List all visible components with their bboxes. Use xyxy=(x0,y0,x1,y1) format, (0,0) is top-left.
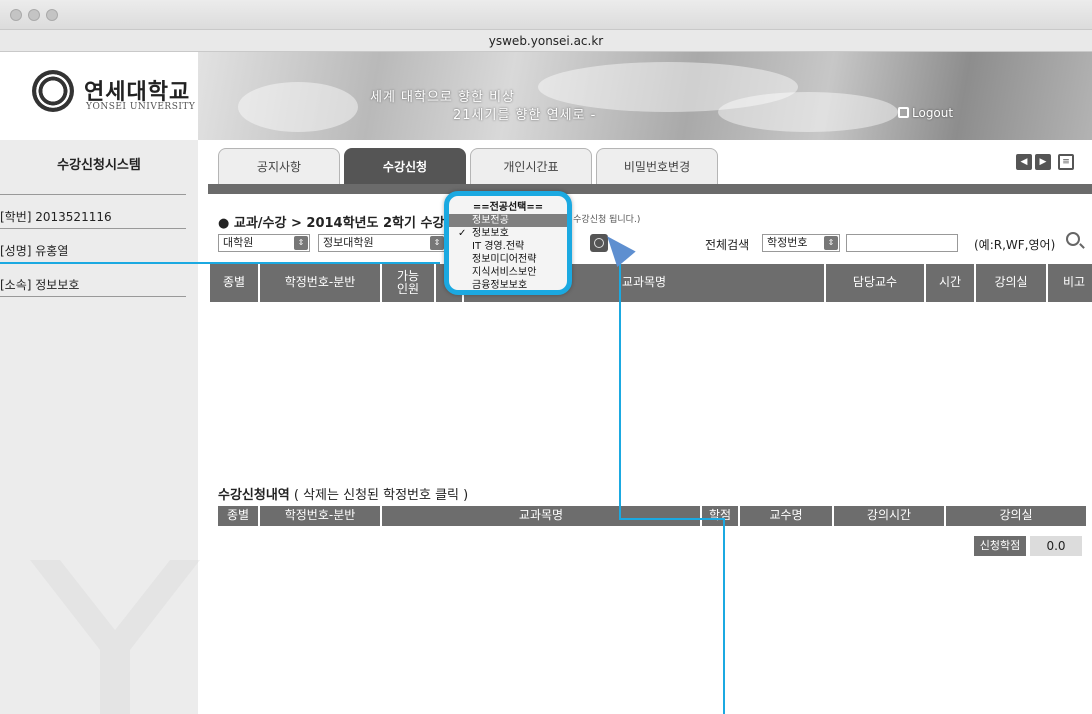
checkmark-icon: ✓ xyxy=(458,228,467,239)
sidebar: 수강신청시스템 [학번] 2013521116 [성명] 유홍열 [소속] 정보… xyxy=(0,140,200,714)
major-option[interactable]: 정보전공 xyxy=(449,214,567,227)
col-type: 종별 xyxy=(218,506,258,526)
logout-label: Logout xyxy=(912,106,954,120)
watermark-logo-icon xyxy=(30,560,200,714)
prev-arrow-icon[interactable]: ◀ xyxy=(1016,154,1032,170)
school-select[interactable]: 정보대학원 ⇕ xyxy=(318,234,446,252)
registered-subtitle: ( 삭제는 신청된 학정번호 클릭 ) xyxy=(289,488,469,503)
divider xyxy=(0,194,186,195)
col-room: 강의실 xyxy=(946,506,1086,526)
tab-change-password[interactable]: 비밀번호변경 xyxy=(596,148,718,184)
col-room: 강의실 xyxy=(976,264,1046,302)
site-header: 연세대학교 YONSEI UNIVERSITY 세계 대학으로 향한 비상 21… xyxy=(0,52,1092,140)
logout-link[interactable]: Logout xyxy=(898,106,953,120)
tab-registration[interactable]: 수강신청 xyxy=(344,148,466,184)
col-course-number: 학정번호-분반 xyxy=(260,264,380,302)
search-icon[interactable] xyxy=(1066,232,1080,246)
window-titlebar xyxy=(0,0,1092,30)
registered-title-text: 수강신청내역 xyxy=(218,488,290,503)
divider xyxy=(0,228,186,229)
col-course-number: 학정번호-분반 xyxy=(260,506,380,526)
header-banner: 세계 대학으로 향한 비상 21세기를 향한 연세로 - Logout xyxy=(198,52,1092,140)
zoom-window-button[interactable] xyxy=(46,9,58,21)
level-select[interactable]: 대학원 ⇕ xyxy=(218,234,310,252)
callout-line xyxy=(0,262,440,264)
registered-table-header: 종별 학정번호-분반 교과목명 학점 교수명 강의시간 강의실 xyxy=(218,506,1086,526)
col-time: 시간 xyxy=(926,264,974,302)
search-type-value: 학정번호 xyxy=(767,236,808,249)
school-value: 정보대학원 xyxy=(323,236,374,249)
col-capacity: 가능 인원 xyxy=(382,264,434,302)
student-id: [학번] 2013521116 xyxy=(0,210,112,224)
registered-title: 수강신청내역 ( 삭제는 신청된 학정번호 클릭 ) xyxy=(218,484,468,503)
col-credit: 학점 xyxy=(702,506,738,526)
tab-notice[interactable]: 공지사항 xyxy=(218,148,340,184)
search-type-select[interactable]: 학정번호 ⇕ xyxy=(762,234,840,252)
search-label: 전체검색 xyxy=(705,238,750,252)
logo-english: YONSEI UNIVERSITY xyxy=(86,102,196,112)
slogan-line-2: 21세기를 향한 연세로 - xyxy=(453,108,597,123)
major-option-checked[interactable]: ✓ 정보보호 xyxy=(449,227,567,240)
select-arrow-icon: ⇕ xyxy=(824,236,838,250)
level-value: 대학원 xyxy=(223,236,254,249)
callout-line xyxy=(619,518,725,520)
close-window-button[interactable] xyxy=(10,9,22,21)
callout-line xyxy=(723,518,725,714)
credit-label: 신청학점 xyxy=(974,536,1026,556)
col-lecture-time: 강의시간 xyxy=(834,506,944,526)
tab-bar-underline xyxy=(208,184,1092,194)
tab-timetable[interactable]: 개인시간표 xyxy=(470,148,592,184)
student-name: [성명] 유홍열 xyxy=(0,244,69,258)
col-type: 종별 xyxy=(210,264,258,302)
university-logo[interactable]: 연세대학교 YONSEI UNIVERSITY xyxy=(0,52,198,140)
document-icon[interactable]: ≡ xyxy=(1058,154,1074,170)
breadcrumb: ● 교과/수강 > 2014학년도 2학기 수강 xyxy=(218,216,445,231)
minimize-window-button[interactable] xyxy=(28,9,40,21)
breadcrumb-note: 면 수강신청 됩니다.) xyxy=(562,215,641,225)
next-arrow-icon[interactable]: ▶ xyxy=(1035,154,1051,170)
logout-icon xyxy=(898,107,909,118)
yonsei-seal-icon xyxy=(32,70,74,112)
callout-line xyxy=(619,252,621,520)
credit-value: 0.0 xyxy=(1030,536,1082,556)
address-bar[interactable]: ysweb.yonsei.ac.kr xyxy=(0,30,1092,52)
select-arrow-icon: ⇕ xyxy=(294,236,308,250)
major-option-header[interactable]: ==전공선택== xyxy=(449,201,567,214)
major-option[interactable]: 정보미디어전략 xyxy=(449,253,567,266)
slogan-line-1: 세계 대학으로 향한 비상 xyxy=(370,90,515,105)
col-note: 비고 xyxy=(1048,264,1092,302)
major-option[interactable]: IT 경영.전략 xyxy=(449,240,567,253)
major-option-label: 정보보호 xyxy=(472,228,509,239)
major-option[interactable]: 지식서비스보안 xyxy=(449,266,567,279)
search-input[interactable] xyxy=(846,234,958,252)
col-course-name: 교과목명 xyxy=(382,506,700,526)
system-title: 수강신청시스템 xyxy=(57,158,141,173)
select-arrow-icon: ⇕ xyxy=(430,236,444,250)
col-professor: 담당교수 xyxy=(826,264,924,302)
major-dropdown[interactable]: ==전공선택== 정보전공 ✓ 정보보호 IT 경영.전략 정보미디어전략 지식서… xyxy=(444,191,572,295)
search-hint: (예:R,WF,영어) xyxy=(974,238,1056,252)
divider xyxy=(0,296,186,297)
course-table-header: 종별 학정번호-분반 가능 인원 교과목명 담당교수 시간 강의실 비고 xyxy=(210,264,1092,302)
col-professor: 교수명 xyxy=(740,506,832,526)
student-dept: [소속] 정보보호 xyxy=(0,278,80,292)
major-option[interactable]: 금융정보보호 xyxy=(449,279,567,292)
main-tabs: 공지사항 수강신청 개인시간표 비밀번호변경 xyxy=(208,148,1092,186)
